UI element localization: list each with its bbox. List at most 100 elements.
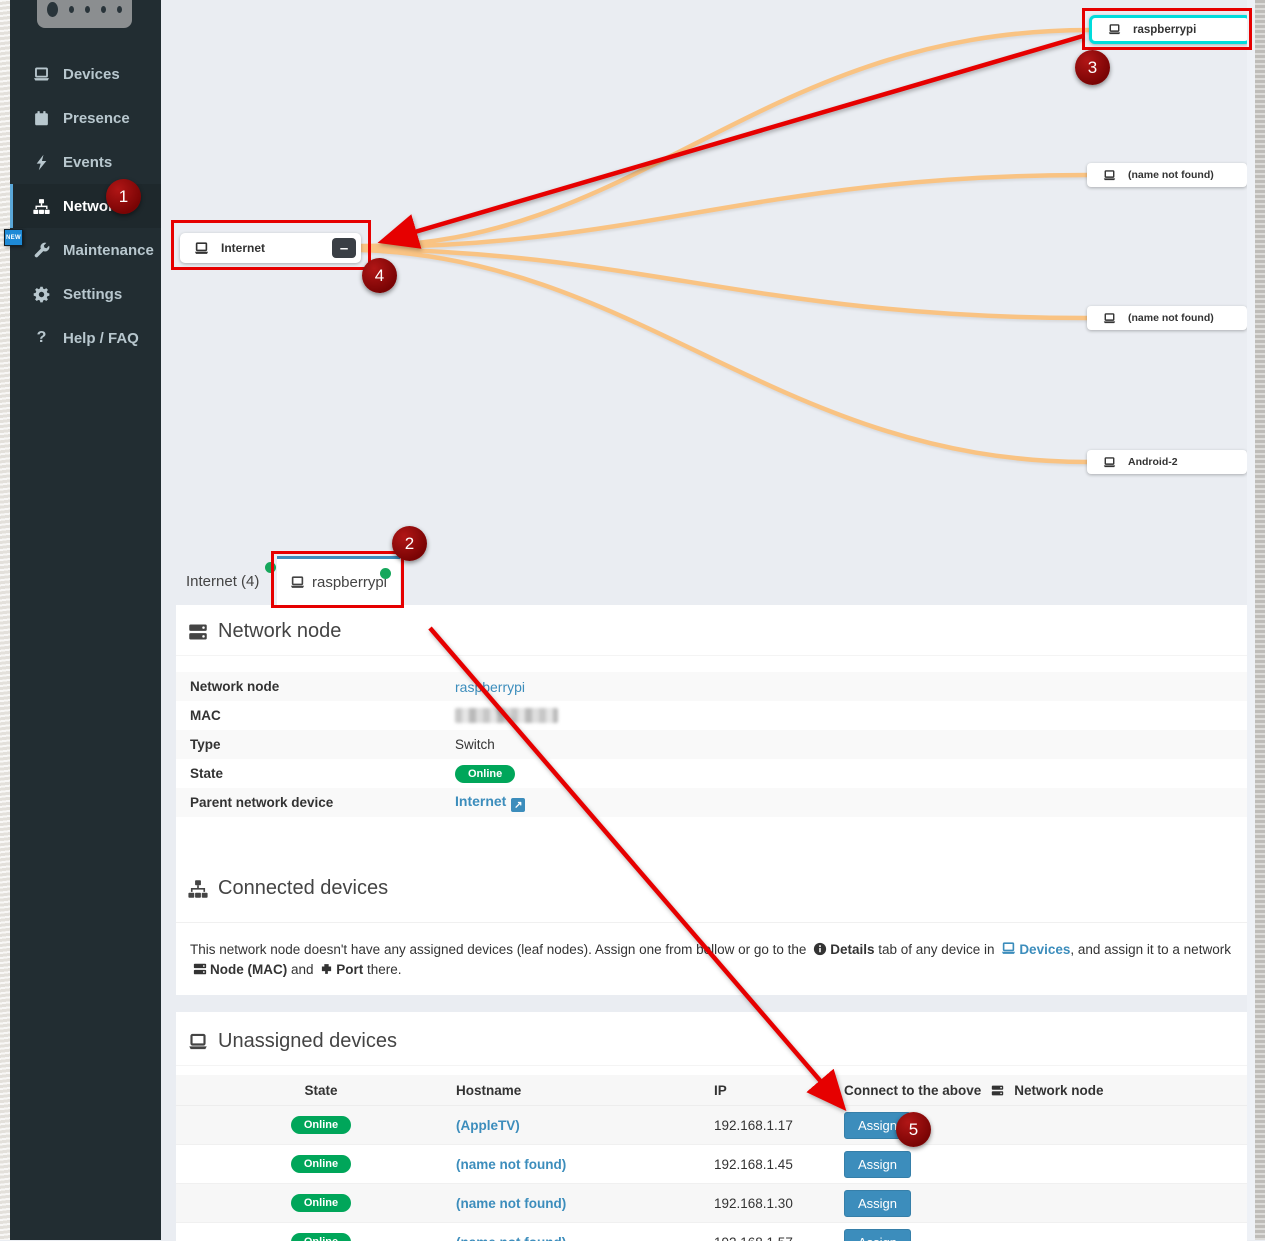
sidebar-item-maintenance[interactable]: Maintenance	[10, 228, 161, 272]
table-row: Online (name not found) 192.168.1.30 Ass…	[176, 1184, 1247, 1223]
connected-devices-description: This network node doesn't have any assig…	[176, 923, 1247, 980]
sidebar: Devices Presence Events Network Maintena…	[10, 0, 161, 1240]
sidebar-menu: Devices Presence Events Network Maintena…	[10, 52, 161, 360]
server-icon	[188, 622, 208, 642]
graph-node-internet[interactable]: Internet –	[180, 233, 361, 263]
sidebar-item-events[interactable]: Events	[10, 140, 161, 184]
unassigned-devices-panel: Unassigned devices State Hostname IP Con…	[176, 1012, 1247, 1241]
online-dot	[265, 562, 276, 573]
sidebar-item-label: Presence	[63, 110, 130, 127]
ip-value: 192.168.1.17	[714, 1118, 844, 1133]
status-badge: Online	[291, 1116, 351, 1134]
online-dot	[380, 568, 391, 579]
annotation-circle-3: 3	[1075, 50, 1110, 85]
status-badge: Online	[455, 765, 515, 783]
network-node-header: Network node	[176, 605, 1247, 656]
hostname-link[interactable]: (name not found)	[456, 1235, 566, 1241]
laptop-icon	[1103, 312, 1116, 325]
bolt-icon	[33, 154, 50, 171]
sidebar-item-label: Settings	[63, 286, 122, 303]
detail-row: State Online	[176, 759, 1247, 788]
devices-link[interactable]: Devices	[1019, 942, 1070, 957]
hostname-link[interactable]: (name not found)	[456, 1196, 566, 1211]
server-icon	[991, 1084, 1004, 1097]
unassigned-devices-table: State Hostname IP Connect to the above N…	[176, 1075, 1247, 1241]
question-icon: ?	[33, 329, 50, 347]
hostname-link[interactable]: (name not found)	[456, 1157, 566, 1172]
logo-dot	[101, 6, 106, 13]
network-node-name-link[interactable]: raspberrypi	[455, 679, 525, 695]
sidebar-item-presence[interactable]: Presence	[10, 96, 161, 140]
hostname-link[interactable]: (AppleTV)	[456, 1118, 520, 1133]
panel-title: Network node	[218, 620, 341, 643]
network-node-details-table: Network node raspberrypi MAC Type Switch…	[176, 672, 1247, 817]
graph-node-android-2[interactable]: Android-2	[1087, 450, 1247, 474]
tab-label: Internet (4)	[186, 573, 259, 590]
node-label: (name not found)	[1128, 312, 1214, 324]
detail-row: Parent network device Internet	[176, 788, 1247, 817]
assign-button[interactable]: Assign	[844, 1151, 911, 1178]
info-icon	[813, 942, 827, 956]
table-row: Online (name not found) 192.168.1.45 Ass…	[176, 1145, 1247, 1184]
laptop-icon	[1108, 23, 1121, 36]
scrollbar-strip[interactable]	[1255, 0, 1265, 1240]
ip-value: 192.168.1.57	[714, 1235, 844, 1241]
laptop-icon	[290, 575, 305, 590]
graph-node-unnamed-1[interactable]: (name not found)	[1087, 163, 1247, 187]
detail-row: Type Switch	[176, 730, 1247, 759]
laptop-icon	[1001, 941, 1016, 956]
sitemap-icon	[33, 198, 50, 215]
status-badge: Online	[291, 1194, 351, 1212]
connected-devices-header: Connected devices	[176, 877, 1247, 900]
sidebar-item-network[interactable]: Network	[10, 184, 161, 228]
sidebar-item-devices[interactable]: Devices	[10, 52, 161, 96]
laptop-icon	[33, 66, 50, 83]
detail-row: Network node raspberrypi	[176, 672, 1247, 701]
ip-value: 192.168.1.30	[714, 1196, 844, 1211]
sidebar-item-label: Maintenance	[63, 242, 154, 259]
laptop-icon	[194, 241, 209, 256]
external-link-icon[interactable]	[511, 798, 525, 812]
gear-icon	[33, 286, 50, 303]
sidebar-item-label: Events	[63, 154, 112, 171]
tab-internet[interactable]: Internet (4)	[184, 558, 275, 605]
assign-button[interactable]: Assign	[844, 1229, 911, 1241]
page-left-edge	[0, 0, 10, 1240]
graph-node-raspberrypi[interactable]: raspberrypi	[1089, 15, 1251, 44]
detail-row: MAC	[176, 701, 1247, 730]
redacted-mac-value	[455, 708, 558, 723]
logo-dot	[85, 6, 90, 13]
unassigned-devices-header: Unassigned devices	[176, 1012, 1247, 1066]
column-ip: IP	[714, 1083, 844, 1098]
port-icon	[320, 963, 333, 976]
laptop-icon	[1103, 456, 1116, 469]
app-logo	[37, 0, 132, 28]
node-label: (name not found)	[1128, 169, 1214, 181]
new-feature-badge: NEW	[4, 229, 23, 246]
table-row: Online (name not found) 192.168.1.57 Ass…	[176, 1223, 1247, 1241]
node-label: Android-2	[1128, 456, 1178, 468]
assign-button[interactable]: Assign	[844, 1112, 911, 1139]
status-badge: Online	[291, 1155, 351, 1173]
tab-raspberrypi[interactable]: raspberrypi	[277, 556, 400, 605]
node-label: raspberrypi	[1133, 24, 1196, 36]
laptop-icon	[188, 1032, 208, 1052]
assign-button[interactable]: Assign	[844, 1190, 911, 1217]
node-label: Internet	[221, 241, 265, 255]
parent-device-link[interactable]: Internet	[455, 793, 506, 809]
wrench-icon	[33, 242, 50, 259]
graph-node-unnamed-2[interactable]: (name not found)	[1087, 306, 1247, 330]
sidebar-item-label: Help / FAQ	[63, 330, 139, 347]
collapse-node-button[interactable]: –	[332, 238, 356, 258]
annotation-circle-4: 4	[362, 258, 397, 293]
panel-title: Unassigned devices	[218, 1030, 397, 1053]
section-title: Connected devices	[218, 877, 388, 900]
column-state: State	[186, 1083, 456, 1098]
sidebar-item-help-faq[interactable]: ? Help / FAQ	[10, 316, 161, 360]
ip-value: 192.168.1.45	[714, 1157, 844, 1172]
table-row: Online (AppleTV) 192.168.1.17 Assign	[176, 1106, 1247, 1145]
content-right-gutter	[1247, 0, 1255, 1240]
sidebar-item-label: Devices	[63, 66, 120, 83]
server-icon	[193, 962, 207, 976]
sidebar-item-settings[interactable]: Settings	[10, 272, 161, 316]
